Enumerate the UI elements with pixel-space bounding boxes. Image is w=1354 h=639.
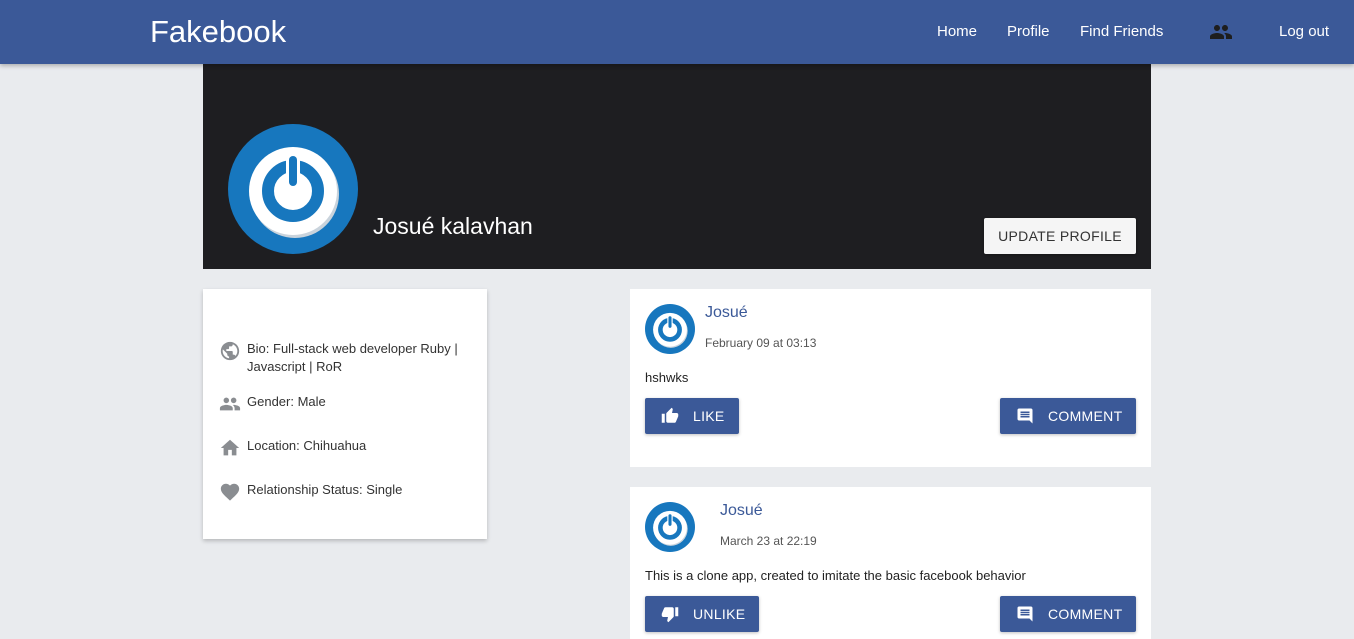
logout-link[interactable]: Log out bbox=[1279, 22, 1329, 42]
profile-avatar[interactable] bbox=[228, 124, 358, 254]
nav-profile-link[interactable]: Profile bbox=[1007, 22, 1050, 42]
bio-text: Bio: Full-stack web developer Ruby | Jav… bbox=[247, 341, 458, 374]
comment-icon bbox=[1017, 606, 1033, 622]
post-author-name[interactable]: Josué bbox=[720, 501, 763, 521]
profile-info-card: Bio: Full-stack web developer Ruby | Jav… bbox=[203, 289, 487, 539]
heart-icon bbox=[220, 483, 240, 501]
comment-button-label: COMMENT bbox=[1048, 408, 1123, 424]
unlike-button[interactable]: UNLIKE bbox=[645, 596, 759, 632]
update-profile-button[interactable]: UPDATE PROFILE bbox=[984, 218, 1136, 254]
post-content: hshwks bbox=[645, 370, 689, 385]
people-icon bbox=[1210, 25, 1232, 39]
profile-name: Josué kalavhan bbox=[373, 213, 533, 239]
post-author-avatar[interactable] bbox=[645, 304, 695, 354]
home-icon bbox=[220, 439, 240, 456]
location-text: Location: Chihuahua bbox=[247, 438, 367, 453]
comment-button-label: COMMENT bbox=[1048, 606, 1123, 622]
brand-logo[interactable]: Fakebook bbox=[150, 14, 286, 50]
navbar: Fakebook Home Profile Find Friends Log o… bbox=[0, 0, 1354, 64]
post-author-avatar[interactable] bbox=[645, 502, 695, 552]
post-content: This is a clone app, created to imitate … bbox=[645, 568, 1026, 583]
profile-cover: Josué kalavhan UPDATE PROFILE bbox=[203, 64, 1151, 269]
unlike-button-label: UNLIKE bbox=[693, 606, 746, 622]
comment-button[interactable]: COMMENT bbox=[1000, 596, 1136, 632]
globe-icon bbox=[220, 341, 240, 361]
nav-find-friends-link[interactable]: Find Friends bbox=[1080, 22, 1163, 42]
post-timestamp: February 09 at 03:13 bbox=[705, 336, 817, 350]
post-card: Josué February 09 at 03:13 hshwks LIKE C… bbox=[630, 289, 1151, 467]
like-button-label: LIKE bbox=[693, 408, 725, 424]
thumb-up-icon bbox=[661, 407, 679, 423]
nav-home-link[interactable]: Home bbox=[937, 22, 977, 42]
post-card: Josué March 23 at 22:19 This is a clone … bbox=[630, 487, 1151, 639]
comment-icon bbox=[1017, 408, 1033, 424]
post-timestamp: March 23 at 22:19 bbox=[720, 534, 817, 548]
people-icon bbox=[219, 397, 241, 411]
gender-text: Gender: Male bbox=[247, 394, 326, 409]
like-button[interactable]: LIKE bbox=[645, 398, 739, 434]
relationship-text: Relationship Status: Single bbox=[247, 482, 403, 497]
friend-requests-icon[interactable] bbox=[1208, 20, 1234, 44]
post-author-name[interactable]: Josué bbox=[705, 303, 748, 323]
thumb-down-icon bbox=[661, 607, 679, 623]
comment-button[interactable]: COMMENT bbox=[1000, 398, 1136, 434]
